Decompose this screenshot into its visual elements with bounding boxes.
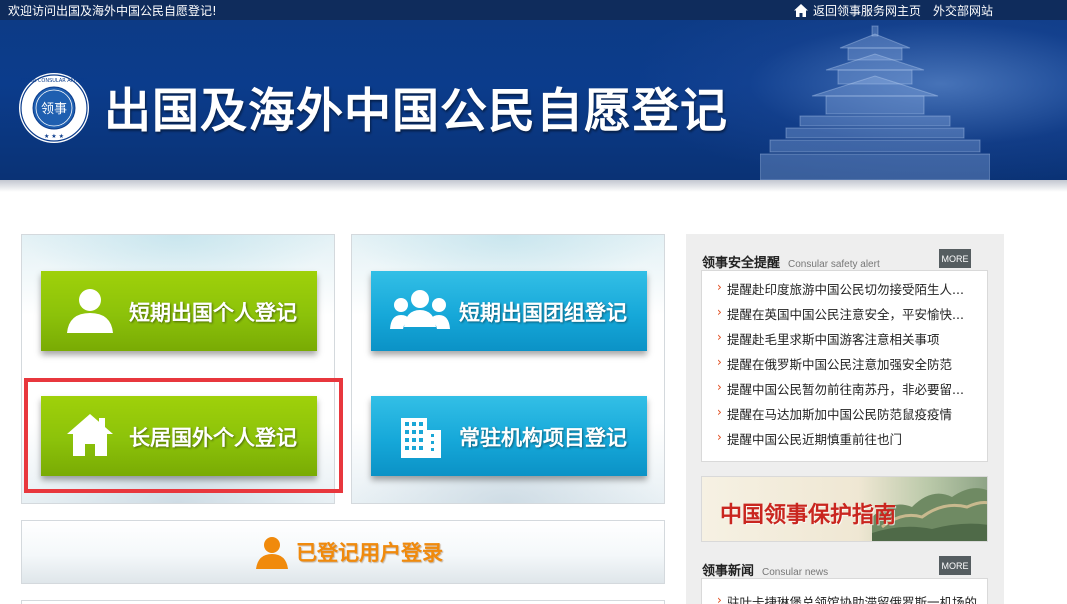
svg-text:领事: 领事 [41, 102, 67, 117]
mfa-link[interactable]: 外交部网站 [933, 2, 993, 19]
arrow-icon: › [717, 593, 722, 604]
arrow-icon: › [717, 305, 722, 319]
personal-register-panel: 短期出国个人登记 长居国外个人登记 [21, 234, 335, 504]
lower-panel [21, 600, 665, 604]
short-term-personal-register-button[interactable]: 短期出国个人登记 [41, 271, 317, 351]
banner-shadow [0, 180, 1067, 192]
news-title: 领事新闻 [702, 564, 755, 579]
registered-user-login-button[interactable]: 已登记用户登录 [21, 520, 665, 584]
consular-news-header: 领事新闻 Consular news [702, 560, 828, 579]
group-register-panel: 短期出国团组登记 常驻机构项目登记 [351, 234, 665, 504]
house-icon [67, 414, 113, 456]
list-item[interactable]: › 提醒中国公民近期慎重前往也门 [717, 429, 987, 454]
user-icon [256, 537, 288, 569]
safety-alert-title: 领事安全提醒 [702, 256, 781, 271]
safety-alert-header: 领事安全提醒 Consular safety alert [702, 252, 880, 271]
list-item[interactable]: › 提醒在马达加斯加中国公民防范鼠疫疫情 [717, 404, 987, 429]
list-item[interactable]: › 驻叶卡捷琳堡总领馆协助滞留俄罗斯一机场的 [717, 592, 987, 604]
svg-text:CHINA CONSULAR AFFAIRS: CHINA CONSULAR AFFAIRS [20, 78, 87, 84]
consular-protection-guide-banner[interactable]: 中国领事保护指南 [701, 476, 988, 542]
building-icon [401, 418, 441, 458]
resident-organization-register-button[interactable]: 常驻机构项目登记 [371, 396, 647, 476]
welcome-text: 欢迎访问出国及海外中国公民自愿登记! [8, 4, 217, 18]
alerts-more-button[interactable]: MORE [939, 249, 971, 268]
safety-alert-subtitle: Consular safety alert [788, 259, 880, 270]
list-item[interactable]: › 提醒中国公民暂勿前往南苏丹，非必要留... [717, 379, 987, 404]
button-label: 长居国外个人登记 [129, 426, 297, 450]
svg-text:★ ★ ★: ★ ★ ★ [44, 133, 64, 140]
button-label: 常驻机构项目登记 [459, 426, 627, 450]
list-item[interactable]: › 提醒赴毛里求斯中国游客注意相关事项 [717, 329, 987, 354]
consular-affairs-emblem: 领事 CHINA CONSULAR AFFAIRS ★ ★ ★ [19, 73, 89, 143]
person-icon [67, 289, 113, 333]
consular-news-list: › 驻叶卡捷琳堡总领馆协助滞留俄罗斯一机场的 [701, 578, 988, 604]
safety-alert-list: › 提醒赴印度旅游中国公民切勿接受陌生人... › 提醒在英国中国公民注意安全，平安… [701, 270, 988, 462]
button-label: 短期出国个人登记 [129, 301, 297, 325]
arrow-icon: › [717, 430, 722, 444]
list-item[interactable]: › 提醒在英国中国公民注意安全，平安愉快... [717, 304, 987, 329]
button-label: 短期出国团组登记 [459, 301, 627, 325]
group-icon [390, 290, 450, 329]
arrow-icon: › [717, 355, 722, 369]
arrow-icon: › [717, 405, 722, 419]
sidebar: 领事安全提醒 Consular safety alert MORE › 提醒赴印度… [686, 234, 1004, 604]
short-term-group-register-button[interactable]: 短期出国团组登记 [371, 271, 647, 351]
login-label: 已登记用户登录 [296, 541, 443, 565]
news-subtitle: Consular news [762, 567, 829, 578]
long-term-abroad-personal-register-button[interactable]: 长居国外个人登记 [41, 396, 317, 476]
guide-label: 中国领事保护指南 [720, 503, 897, 528]
arrow-icon: › [717, 280, 722, 294]
list-item[interactable]: › 提醒赴印度旅游中国公民切勿接受陌生人... [717, 279, 987, 304]
temple-of-heaven-image [760, 25, 990, 180]
arrow-icon: › [717, 330, 722, 344]
news-more-button[interactable]: MORE [939, 556, 971, 575]
home-icon[interactable] [793, 4, 808, 17]
home-link[interactable]: 返回领事服务网主页 [813, 2, 921, 19]
list-item[interactable]: › 提醒在俄罗斯中国公民注意加强安全防范 [717, 354, 987, 379]
top-bar: 欢迎访问出国及海外中国公民自愿登记! 返回领事服务网主页 外交部网站 [0, 0, 1067, 20]
arrow-icon: › [717, 380, 722, 394]
banner: 领事 CHINA CONSULAR AFFAIRS ★ ★ ★ 出国及海外中国公… [0, 20, 1067, 180]
top-links: 返回领事服务网主页 外交部网站 [793, 2, 993, 19]
page-title: 出国及海外中国公民自愿登记 [104, 84, 728, 139]
